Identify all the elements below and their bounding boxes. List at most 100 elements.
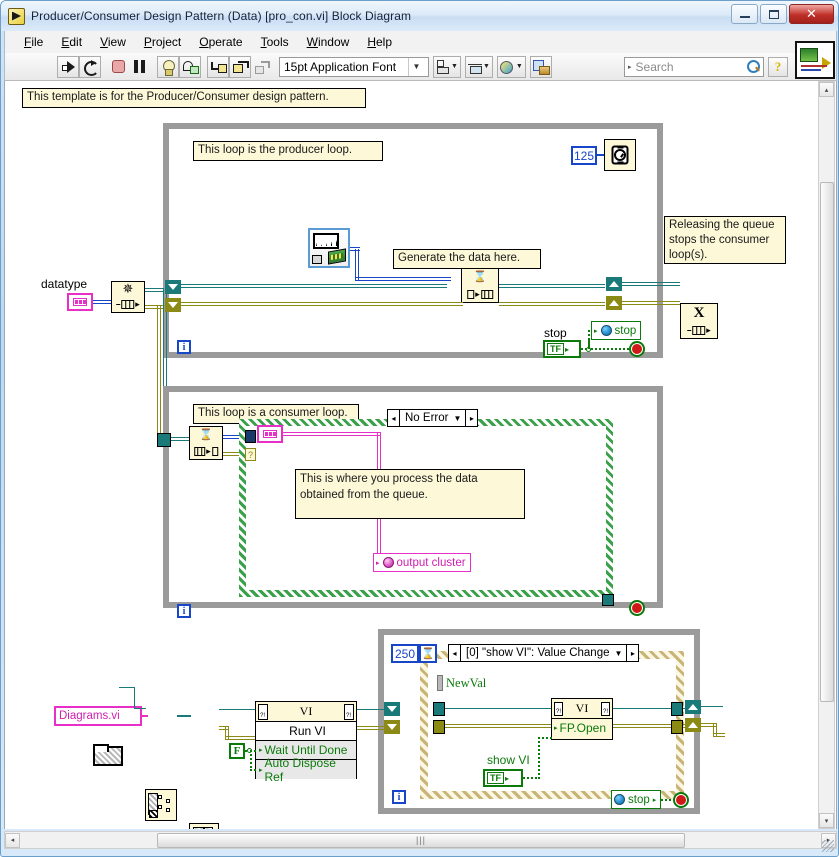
fp-open-property-node[interactable]: VI ▸ FP.Open xyxy=(551,698,613,740)
event-loop-tunnel-queue-out[interactable] xyxy=(685,718,701,732)
vertical-scrollbar[interactable]: ▴ ▾ xyxy=(818,81,835,829)
clean-up-diagram-button[interactable] xyxy=(529,55,552,78)
case-next-arrow[interactable]: ▸ xyxy=(465,410,477,426)
consumer-loop-stop-terminal[interactable] xyxy=(629,600,645,616)
wait-ms-constant[interactable]: 125 xyxy=(571,146,597,165)
reorder-dropdown[interactable]: ▼ xyxy=(496,55,526,78)
producer-tunnel-error-out[interactable] xyxy=(606,277,622,291)
datatype-cluster-constant[interactable] xyxy=(67,293,93,311)
event-inner-tunnel-err-out[interactable] xyxy=(671,702,683,716)
producer-stop-boolean-terminal[interactable]: TF ▸ xyxy=(543,340,581,358)
release-queue-node[interactable]: X ▸ xyxy=(680,303,718,339)
false-constant[interactable]: F xyxy=(229,743,245,759)
show-vi-boolean-terminal[interactable]: TF ▸ xyxy=(483,769,523,787)
menu-help[interactable]: Help xyxy=(358,33,401,51)
step-into-button[interactable] xyxy=(207,55,229,78)
event-inner-tunnel-queue-out[interactable] xyxy=(671,720,683,734)
event-inner-tunnel-err-in[interactable] xyxy=(433,702,445,716)
event-loop-iteration-terminal[interactable]: i xyxy=(392,790,406,804)
event-timeout-constant[interactable]: 250 xyxy=(391,644,419,663)
chevron-down-icon: ▼ xyxy=(482,63,490,70)
menu-operate[interactable]: Operate xyxy=(190,33,251,51)
daq-assistant-icon[interactable] xyxy=(308,228,350,268)
event-timeout-terminal[interactable]: ⌛ xyxy=(419,644,437,663)
pause-button[interactable] xyxy=(129,56,151,78)
chevron-down-icon[interactable]: ▼ xyxy=(453,414,465,423)
event-inner-tunnel-queue-in[interactable] xyxy=(433,720,445,734)
chevron-down-icon[interactable]: ▼ xyxy=(408,57,424,76)
dequeue-element-node[interactable]: ⌛ ▸ xyxy=(189,426,223,460)
invoke-method-name[interactable]: Run VI xyxy=(256,722,356,741)
event-stop-local-variable[interactable]: stop ▸ xyxy=(611,790,662,809)
scroll-down-button[interactable]: ▾ xyxy=(819,813,834,828)
distribute-objects-dropdown[interactable]: ▼ xyxy=(464,55,493,78)
labview-block-diagram-window: Producer/Consumer Design Pattern (Data) … xyxy=(0,0,839,857)
event-loop-tunnel-err-out[interactable] xyxy=(685,700,701,714)
retain-wire-values-button[interactable] xyxy=(179,55,201,78)
chevron-down-icon[interactable]: ▼ xyxy=(614,649,626,658)
consumer-tunnel-error-in[interactable] xyxy=(157,433,171,447)
resize-grip[interactable] xyxy=(822,840,834,852)
maximize-button[interactable] xyxy=(760,4,787,24)
case-tunnel-data-in[interactable] xyxy=(245,430,256,443)
step-out-button[interactable] xyxy=(251,56,273,78)
producer-tunnel-queue-out[interactable] xyxy=(606,296,622,310)
run-button[interactable] xyxy=(57,55,79,78)
minimize-button[interactable] xyxy=(731,4,758,24)
horizontal-scrollbar[interactable]: ◂ ||| ▸ xyxy=(4,831,837,849)
help-button[interactable]: ? xyxy=(768,56,788,77)
event-newval-terminal[interactable]: NewVal xyxy=(437,675,486,691)
magnifier-icon[interactable] xyxy=(747,60,760,73)
menu-edit[interactable]: Edit xyxy=(52,33,91,51)
case-prev-arrow[interactable]: ◂ xyxy=(388,410,400,426)
enqueue-element-node[interactable]: ⌛ ▸ xyxy=(461,268,499,303)
producer-tunnel-queue-in[interactable] xyxy=(165,298,181,312)
data-cluster-indicator[interactable] xyxy=(257,425,283,443)
highlight-execution-button[interactable] xyxy=(157,55,179,78)
event-next-arrow[interactable]: ▸ xyxy=(626,645,638,661)
vi-icon-pane[interactable] xyxy=(795,41,835,79)
producer-loop-stop-terminal[interactable] xyxy=(629,341,645,357)
step-over-button[interactable] xyxy=(229,55,251,78)
close-button[interactable]: ✕ xyxy=(789,4,834,24)
path-constant[interactable]: Diagrams.vi xyxy=(54,706,142,726)
run-continuously-button[interactable] xyxy=(79,55,101,78)
scroll-left-button[interactable]: ◂ xyxy=(5,832,20,848)
menu-tools[interactable]: Tools xyxy=(252,33,298,51)
producer-stop-local-variable[interactable]: ▸ stop xyxy=(591,321,642,340)
case-selector-terminal[interactable]: ? xyxy=(245,448,256,461)
output-cluster-indicator[interactable]: ▸ output cluster xyxy=(373,553,471,572)
invoke-param-auto-dispose-ref[interactable]: ▸ Auto Dispose Ref xyxy=(256,756,356,784)
consumer-iteration-terminal[interactable]: i xyxy=(177,604,191,618)
producer-tunnel-error-in[interactable] xyxy=(165,280,181,294)
case-tunnel-out[interactable] xyxy=(602,594,614,606)
event-prev-arrow[interactable]: ◂ xyxy=(449,645,461,661)
build-path-node[interactable] xyxy=(145,789,177,821)
case-selector-label[interactable]: ◂ No Error ▼ ▸ xyxy=(387,409,479,427)
event-loop-tunnel-queue-in[interactable] xyxy=(384,720,400,734)
font-selector[interactable]: 15pt Application Font ▼ xyxy=(279,56,429,77)
menu-window[interactable]: Window xyxy=(298,33,359,51)
menu-file[interactable]: File xyxy=(15,33,52,51)
wire-event-queue xyxy=(445,724,551,728)
align-objects-dropdown[interactable]: ▼ xyxy=(433,55,461,78)
block-diagram-canvas[interactable]: This template is for the Producer/Consum… xyxy=(4,81,837,829)
event-loop-tunnel-err-in[interactable] xyxy=(384,702,400,716)
menu-view[interactable]: View xyxy=(91,33,135,51)
wait-ms-node[interactable] xyxy=(604,139,636,171)
menu-project[interactable]: Project xyxy=(135,33,190,51)
horizontal-scroll-thumb[interactable]: ||| xyxy=(157,832,685,848)
scroll-up-button[interactable]: ▴ xyxy=(819,82,834,97)
producer-iteration-terminal[interactable]: i xyxy=(177,340,191,354)
search-input[interactable]: ▸ Search xyxy=(624,56,764,77)
obtain-queue-node[interactable]: ✵ ▸ xyxy=(111,281,145,313)
event-case-selector[interactable]: ◂ [0] "show VI": Value Change ▼ ▸ xyxy=(448,644,640,662)
vertical-scroll-thumb[interactable] xyxy=(820,182,834,702)
run-vi-invoke-node[interactable]: VI Run VI ▸ Wait Until Done ▸ Auto Dispo… xyxy=(255,701,357,784)
property-row-fp-open[interactable]: ▸ FP.Open xyxy=(552,719,612,737)
open-vi-reference-node[interactable]: 0 xyxy=(189,823,219,829)
wire-loop-out-queue-right xyxy=(713,733,725,737)
event-loop-stop-terminal[interactable] xyxy=(673,792,689,808)
wire-junction-to-stop-term xyxy=(591,348,630,350)
abort-execution-button[interactable] xyxy=(107,56,129,78)
